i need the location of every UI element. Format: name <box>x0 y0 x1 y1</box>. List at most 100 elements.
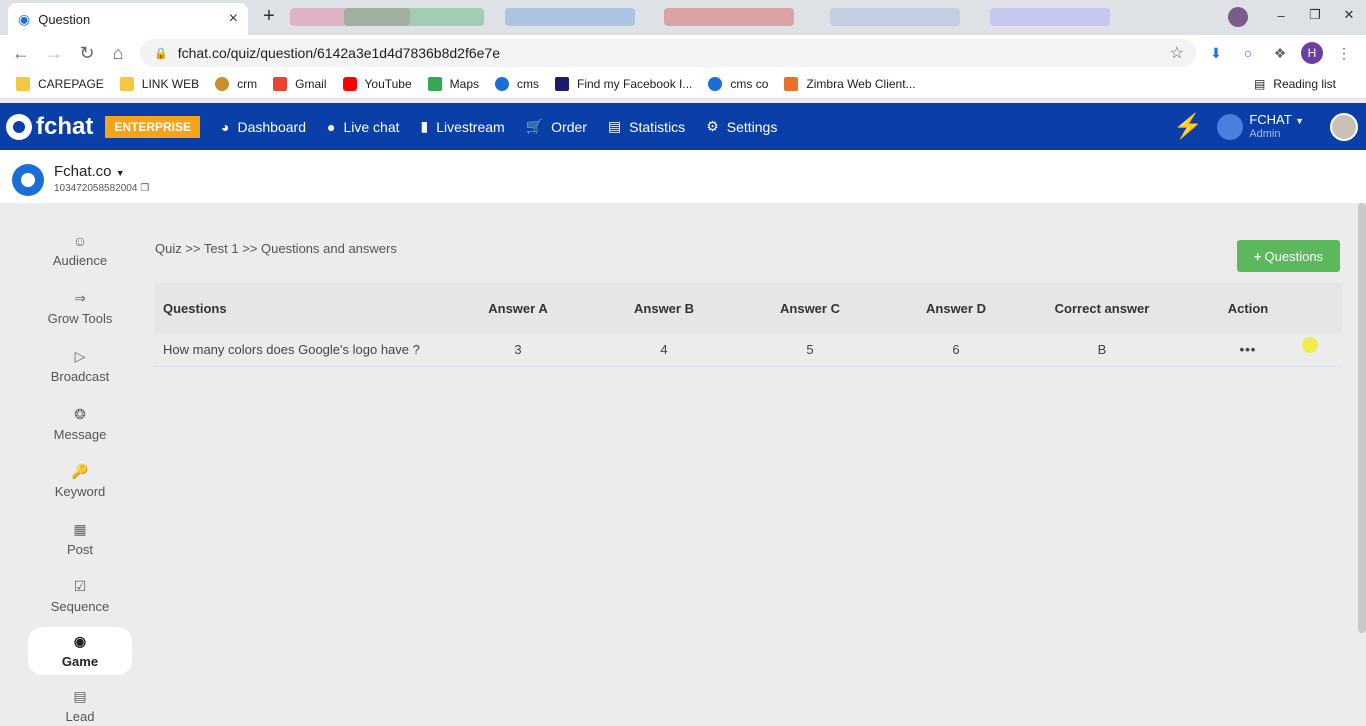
extension-icon[interactable]: ○ <box>1238 43 1258 63</box>
sidebar-item-keyword[interactable]: 🔑 Keyword <box>28 454 132 508</box>
page-name-dropdown[interactable]: Fchat.co ▼ <box>54 163 125 180</box>
answer-a-cell: 3 <box>445 334 591 367</box>
column-header: Answer A <box>445 283 591 334</box>
puzzle-icon[interactable]: ❖ <box>1270 43 1290 63</box>
bookmark-maps[interactable]: Maps <box>427 77 479 91</box>
browser-toolbar: ← → ↻ ⌂ 🔒 fchat.co/quiz/question/6142a3e… <box>0 35 1366 70</box>
zimbra-icon <box>784 77 799 91</box>
lightning-off-icon[interactable]: ⚡ <box>1173 112 1203 141</box>
sidebar-item-sequence[interactable]: ☑ Sequence <box>28 569 132 623</box>
sidebar-item-lead[interactable]: ▤ Lead <box>28 683 132 726</box>
questions-table: Questions Answer A Answer B Answer C Ans… <box>155 283 1342 367</box>
dashboard-icon: ◕ <box>221 118 230 135</box>
cart-icon: 🛒 <box>525 118 544 134</box>
bookmark-youtube[interactable]: YouTube <box>342 77 412 91</box>
bookmark-cms-co[interactable]: cms co <box>708 77 768 91</box>
play-icon: ▷ <box>74 348 86 364</box>
bookmark-cms[interactable]: cms <box>495 77 539 91</box>
bookmark-star-icon[interactable]: ☆ <box>1170 43 1184 63</box>
background-tab[interactable] <box>664 8 794 26</box>
youtube-icon <box>342 77 357 91</box>
profile-avatar[interactable]: H <box>1301 42 1323 64</box>
menu-kebab-icon[interactable]: ⋮ <box>1334 43 1354 63</box>
page-selector-header: Fchat.co ▼ 103472058582004 ❐ <box>0 150 1366 203</box>
folder-icon <box>16 77 30 91</box>
bookmark-link-web[interactable]: LINK WEB <box>119 77 199 91</box>
reading-list-icon: ▤ <box>1253 77 1266 91</box>
lock-icon[interactable]: 🔒 <box>154 47 168 60</box>
chrome-profile-icon[interactable] <box>1228 7 1248 27</box>
caret-down-icon: ▼ <box>115 168 125 178</box>
bookmark-carepage[interactable]: CAREPAGE <box>16 77 104 91</box>
bookmark-gmail[interactable]: Gmail <box>273 77 327 91</box>
calendar-icon: ☑ <box>73 578 87 594</box>
account-menu[interactable]: FCHAT ▼ Admin <box>1249 113 1304 141</box>
background-tab[interactable] <box>344 8 484 26</box>
bookmark-zimbra[interactable]: Zimbra Web Client... <box>784 77 916 91</box>
back-icon[interactable]: ← <box>10 42 32 64</box>
chat-bubble-icon: ● <box>327 118 336 135</box>
key-icon: 🔑 <box>71 463 89 479</box>
forward-icon[interactable]: → <box>43 42 65 64</box>
action-cell: ••• <box>1175 334 1321 367</box>
nav-settings[interactable]: ⚙ Settings <box>706 118 777 135</box>
nav-order[interactable]: 🛒 Order <box>526 118 587 135</box>
cursor-highlight <box>1302 337 1318 353</box>
user-avatar[interactable] <box>1330 112 1358 141</box>
sidebar-item-audience[interactable]: ☺ Audience <box>28 223 132 277</box>
tab-question[interactable]: ◉ Question × <box>8 3 248 35</box>
fchat-favicon-icon: ◉ <box>18 10 31 27</box>
video-icon: ▮ <box>420 118 429 134</box>
sidebar-item-game[interactable]: ◉ Game <box>28 627 132 675</box>
account-avatar[interactable] <box>1217 113 1244 140</box>
nav-statistics[interactable]: ▤ Statistics <box>608 118 685 135</box>
sidebar-item-message[interactable]: ❂ Message <box>28 397 132 451</box>
sidebar-item-grow-tools[interactable]: ⇒ Grow Tools <box>28 281 132 335</box>
column-header: Answer C <box>737 283 883 334</box>
address-bar[interactable]: 🔒 fchat.co/quiz/question/6142a3e1d4d7836… <box>140 39 1196 67</box>
page-scrollbar[interactable] <box>1358 203 1366 633</box>
caret-down-icon: ▼ <box>1295 115 1304 126</box>
new-tab-button[interactable]: + <box>256 5 282 29</box>
sidebar-item-post[interactable]: ▦ Post <box>28 512 132 566</box>
copy-icon[interactable]: ❐ <box>140 183 149 194</box>
background-tab[interactable] <box>990 8 1110 26</box>
row-spacer <box>1321 334 1342 367</box>
bookmark-find-facebook[interactable]: Find my Facebook I... <box>555 77 692 91</box>
add-question-button[interactable]: + Questions <box>1237 240 1340 272</box>
column-header: Correct answer <box>1029 283 1175 334</box>
download-icon[interactable]: ⬇ <box>1206 43 1226 63</box>
bar-chart-icon: ▤ <box>607 118 622 134</box>
home-icon[interactable]: ⌂ <box>107 42 129 64</box>
table-row: How many colors does Google's logo have … <box>155 334 1342 367</box>
sidebar-item-broadcast[interactable]: ▷ Broadcast <box>28 339 132 393</box>
restore-icon[interactable]: ❐ <box>1298 0 1332 30</box>
sidebar: ☺ Audience ⇒ Grow Tools ▷ Broadcast ❂ Messag… <box>0 203 150 726</box>
column-header: Questions <box>155 283 445 334</box>
reload-icon[interactable]: ↻ <box>76 42 98 64</box>
close-tab-icon[interactable]: × <box>229 10 238 28</box>
fchat-logo[interactable]: fchat <box>6 113 93 141</box>
nav-dashboard[interactable]: ◕ Dashboard <box>221 119 306 135</box>
more-actions-icon[interactable]: ••• <box>1240 342 1257 357</box>
plus-icon: + <box>1253 248 1262 264</box>
background-tab[interactable] <box>505 8 635 26</box>
gear-icon: ⚙ <box>706 118 719 134</box>
column-header: Action <box>1175 283 1321 334</box>
fchat-logo-icon <box>6 113 32 140</box>
message-icon: ❂ <box>74 406 86 422</box>
bookmark-crm[interactable]: crm <box>215 77 257 91</box>
gmail-icon <box>273 77 288 91</box>
column-header: Answer B <box>591 283 737 334</box>
background-tab[interactable] <box>830 8 960 26</box>
grow-icon: ⇒ <box>74 290 86 306</box>
reading-list[interactable]: ▤ Reading list <box>1254 77 1336 91</box>
table-header-row: Questions Answer A Answer B Answer C Ans… <box>155 283 1342 334</box>
close-window-icon[interactable]: ✕ <box>1332 0 1366 30</box>
bookmarks-bar: CAREPAGE LINK WEB crm Gmail YouTube Maps… <box>0 70 1366 99</box>
answer-c-cell: 5 <box>737 334 883 367</box>
page-logo <box>12 164 44 196</box>
nav-livestream[interactable]: ▮ Livestream <box>421 118 505 135</box>
minimize-icon[interactable]: – <box>1264 0 1298 30</box>
nav-live-chat[interactable]: ● Live chat <box>327 119 400 135</box>
